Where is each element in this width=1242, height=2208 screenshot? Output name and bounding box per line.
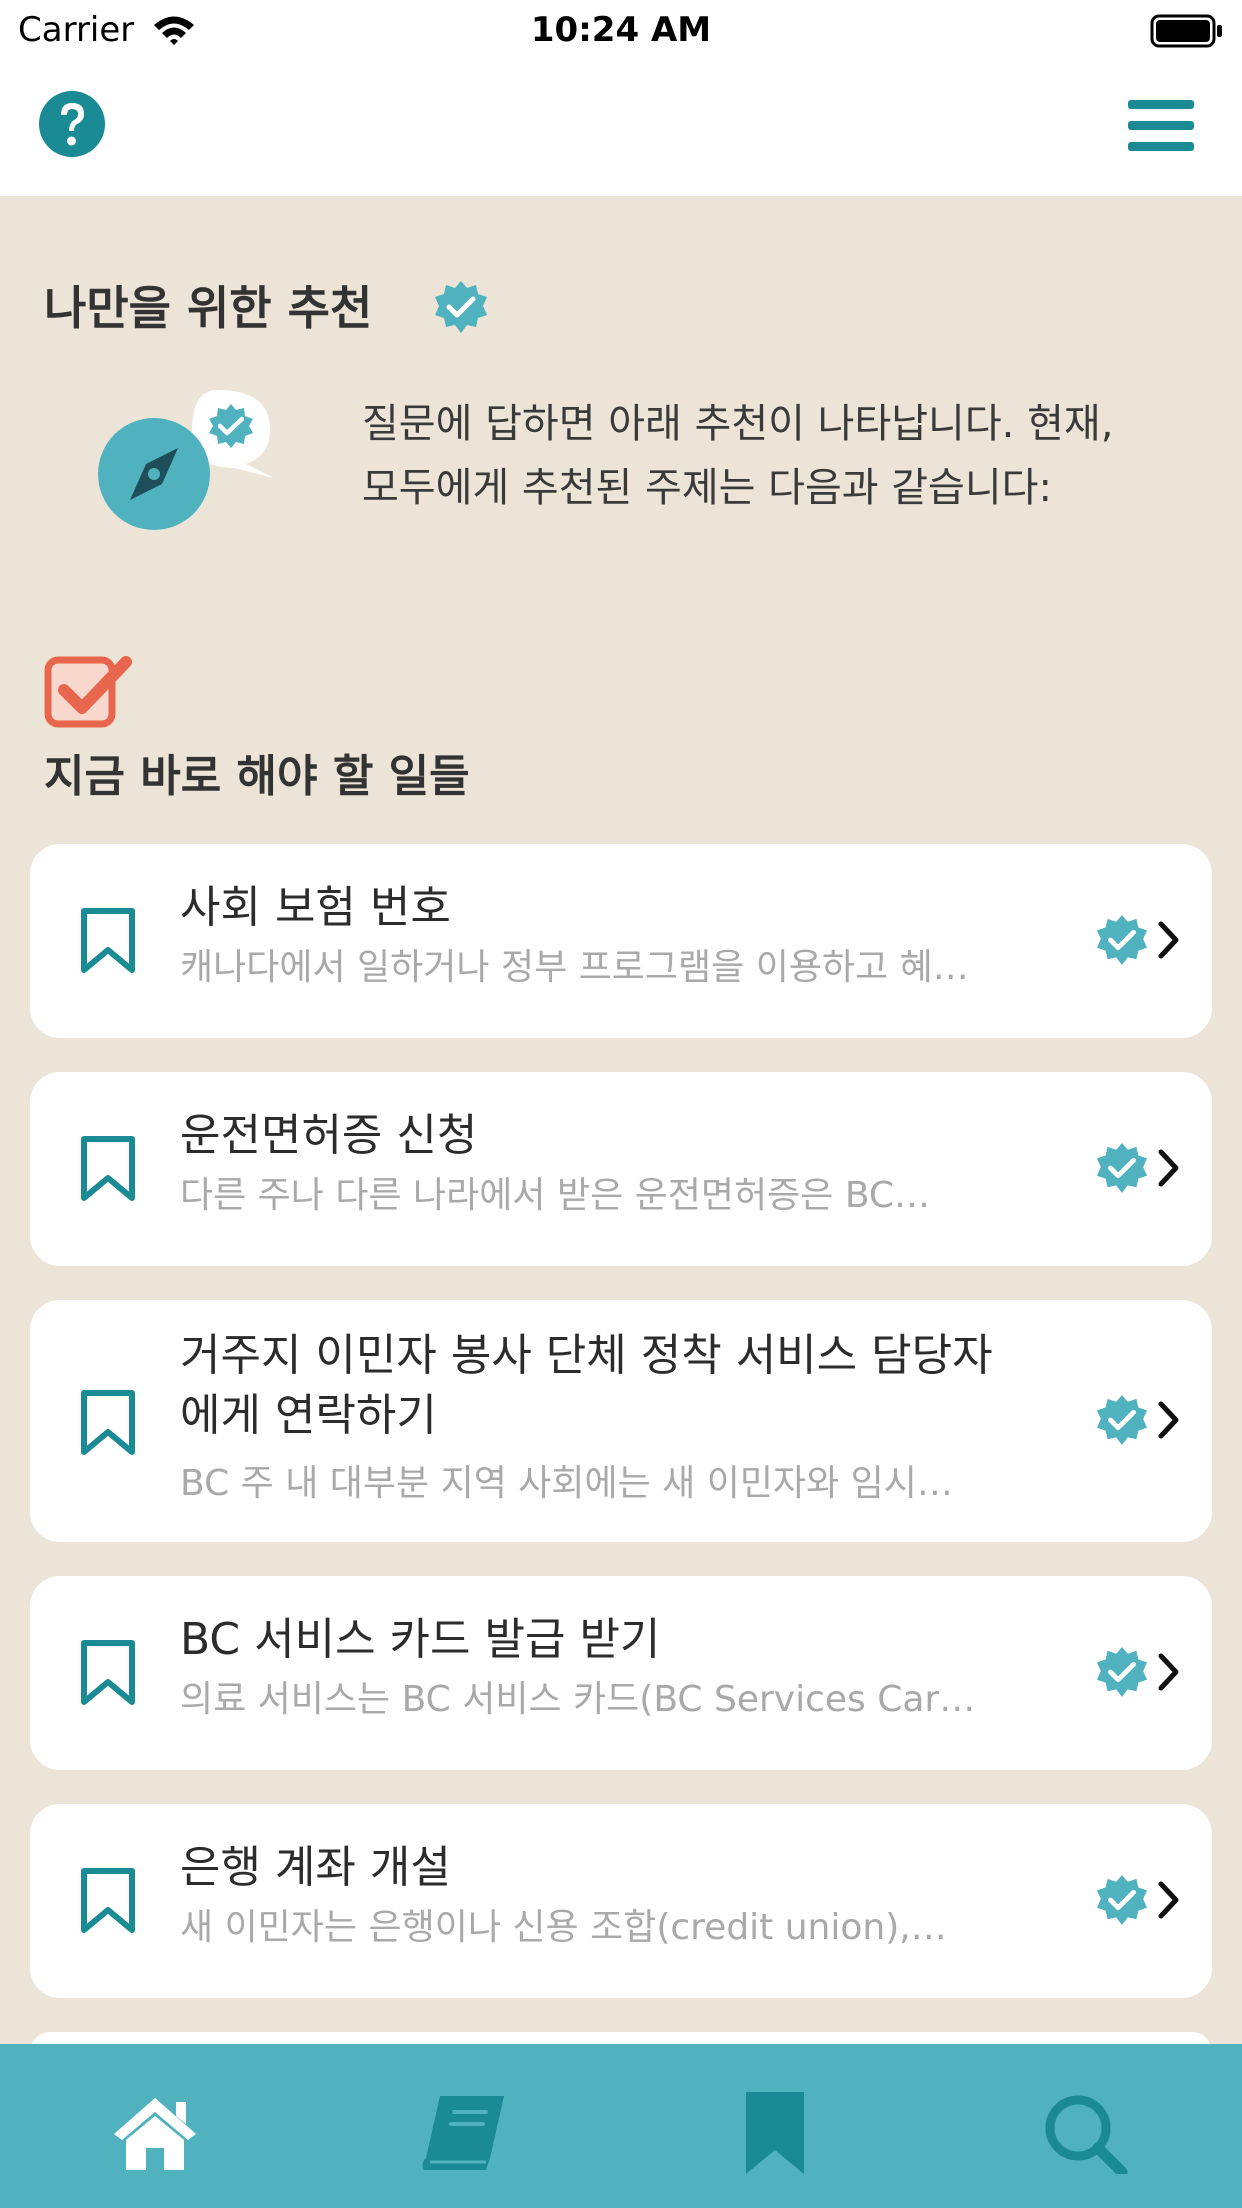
bottom-tab-bar [0, 2044, 1242, 2208]
status-bar: Carrier 10:24 AM [0, 0, 1242, 62]
card-description: 다른 주나 다른 나라에서 받은 운전면허증은 BC… [180, 1175, 931, 1216]
verified-badge-icon [1096, 1394, 1148, 1446]
chevron-right-icon [1158, 1401, 1179, 1439]
bookmark-icon[interactable] [78, 906, 138, 976]
todo-card-bank-account[interactable]: 은행 계좌 개설 새 이민자는 은행이나 신용 조합(credit union)… [30, 1804, 1212, 1998]
todo-card-drivers-license[interactable]: 운전면허증 신청 다른 주나 다른 나라에서 받은 운전면허증은 BC… [30, 1072, 1212, 1266]
question-circle-icon[interactable] [38, 90, 106, 158]
card-description: 새 이민자는 은행이나 신용 조합(credit union),… [180, 1907, 947, 1948]
battery-icon [1150, 14, 1222, 48]
card-title-line-2: 에게 연락하기 [180, 1390, 437, 1441]
verified-badge-icon [435, 281, 487, 333]
verified-badge-icon [1096, 1874, 1148, 1926]
intro-line-2: 모두에게 추천된 주제는 다음과 같습니다: [362, 465, 1052, 511]
search-icon[interactable] [1040, 2092, 1130, 2174]
home-icon[interactable] [110, 2092, 200, 2174]
card-description: 의료 서비스는 BC 서비스 카드(BC Services Car… [180, 1679, 976, 1720]
card-title-line-1: 거주지 이민자 봉사 단체 정착 서비스 담당자 [180, 1330, 993, 1381]
bookmark-icon[interactable] [78, 1866, 138, 1936]
verified-badge-icon [1096, 1142, 1148, 1194]
bookmark-icon[interactable] [78, 1134, 138, 1204]
chevron-right-icon [1158, 1149, 1179, 1187]
bookmark-tab-icon[interactable] [730, 2092, 820, 2174]
bookmark-icon[interactable] [78, 1638, 138, 1708]
intro-line-1: 질문에 답하면 아래 추천이 나타납니다. 현재, [362, 401, 1114, 447]
app-header [0, 62, 1242, 196]
verified-badge-icon [1096, 914, 1148, 966]
recommendations-title: 나만을 위한 추천 [44, 281, 373, 335]
recommendations-intro: 질문에 답하면 아래 추천이 나타납니다. 현재, 모두에게 추천된 주제는 다… [362, 392, 1212, 520]
card-title: 은행 계좌 개설 [180, 1842, 451, 1893]
chevron-right-icon [1158, 1881, 1179, 1919]
clock-time: 10:24 AM [530, 10, 712, 50]
chevron-right-icon [1158, 1653, 1179, 1691]
checkbox-checked-icon [44, 656, 132, 728]
todo-card-social-insurance[interactable]: 사회 보험 번호 캐나다에서 일하거나 정부 프로그램을 이용하고 혜… [30, 844, 1212, 1038]
card-description: 캐나다에서 일하거나 정부 프로그램을 이용하고 혜… [180, 947, 969, 988]
compass-illustration-icon [98, 390, 274, 530]
bookmark-icon[interactable] [78, 1388, 138, 1458]
todo-section-title: 지금 바로 해야 할 일들 [44, 751, 470, 802]
card-title: 거주지 이민자 봉사 단체 정착 서비스 담당자 에게 연락하기 [180, 1326, 1060, 1446]
card-title: 사회 보험 번호 [180, 882, 451, 933]
todo-card-bc-services-card[interactable]: BC 서비스 카드 발급 받기 의료 서비스는 BC 서비스 카드(BC Ser… [30, 1576, 1212, 1770]
card-title: BC 서비스 카드 발급 받기 [180, 1614, 661, 1665]
book-icon[interactable] [420, 2092, 510, 2174]
todo-card-settlement-services[interactable]: 거주지 이민자 봉사 단체 정착 서비스 담당자 에게 연락하기 BC 주 내 … [30, 1300, 1212, 1542]
hamburger-menu-icon[interactable] [1128, 98, 1194, 154]
chevron-right-icon [1158, 921, 1179, 959]
verified-badge-icon [1096, 1646, 1148, 1698]
card-description: BC 주 내 대부분 지역 사회에는 새 이민자와 임시… [180, 1463, 953, 1504]
card-title: 운전면허증 신청 [180, 1110, 478, 1161]
